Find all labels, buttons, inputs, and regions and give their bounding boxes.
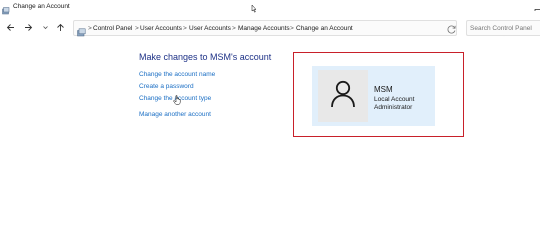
breadcrumb-separator: >	[135, 25, 139, 32]
breadcrumb-separator: >	[183, 25, 187, 32]
mouse-cursor-icon	[251, 0, 257, 13]
breadcrumb-separator: >	[88, 25, 92, 32]
breadcrumb-separator: >	[232, 25, 236, 32]
up-arrow-icon[interactable]	[54, 21, 66, 33]
account-type: Local Account	[374, 96, 415, 103]
recent-locations-chevron-icon[interactable]	[39, 21, 51, 33]
user-avatar-icon	[330, 80, 356, 113]
search-box[interactable]	[466, 20, 540, 36]
back-arrow-icon[interactable]	[4, 21, 16, 33]
manage-another-account-link[interactable]: Manage another account	[139, 110, 211, 119]
breadcrumb-manage-accounts[interactable]: Manage Accounts	[238, 24, 290, 33]
change-account-name-link[interactable]: Change the account name	[139, 70, 215, 79]
avatar	[318, 70, 368, 122]
breadcrumb-control-panel[interactable]: Control Panel	[93, 24, 132, 33]
refresh-icon[interactable]	[446, 22, 457, 34]
hand-cursor-icon	[173, 92, 182, 105]
create-password-link[interactable]: Create a password	[139, 82, 194, 91]
control-panel-icon	[77, 24, 86, 37]
address-bar[interactable]: > Control Panel > User Accounts > User A…	[73, 20, 507, 37]
search-input[interactable]	[470, 23, 540, 34]
account-name: MSM	[374, 85, 393, 94]
account-tile: MSM Local Account Administrator	[312, 66, 435, 126]
maximize-button[interactable]	[534, 3, 540, 11]
breadcrumb-change-an-account[interactable]: Change an Account	[296, 24, 353, 33]
breadcrumb-separator: >	[290, 25, 294, 32]
breadcrumb-user-accounts[interactable]: User Accounts	[140, 24, 182, 33]
page-heading: Make changes to MSM's account	[139, 52, 272, 62]
navigation-bar: > Control Panel > User Accounts > User A…	[0, 17, 540, 39]
account-role: Administrator	[374, 104, 413, 111]
title-bar: Change an Account	[0, 0, 540, 15]
forward-arrow-icon[interactable]	[22, 21, 34, 33]
control-panel-icon	[2, 2, 10, 15]
breadcrumb-user-accounts-2[interactable]: User Accounts	[189, 24, 231, 33]
window-title: Change an Account	[13, 3, 70, 10]
